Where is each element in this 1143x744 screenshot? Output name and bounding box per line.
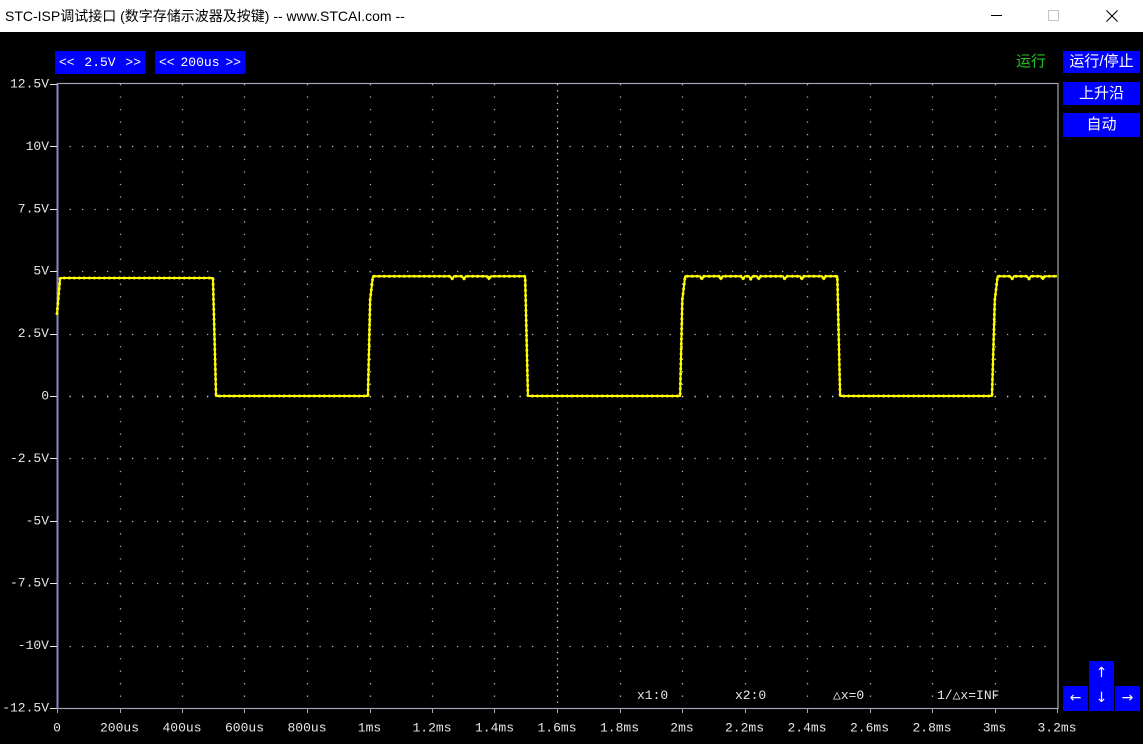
cursor-x1-readout: x1:0 <box>637 688 669 703</box>
x-tick-label: 3ms <box>983 721 1006 736</box>
volts-decrease-button[interactable]: << <box>59 51 75 74</box>
volts-per-div-control: << 2.5V >> <box>55 51 145 74</box>
x-tick-label: 1.6ms <box>537 721 576 736</box>
y-tick-label: -12.5V <box>2 701 49 716</box>
y-tick-label: 7.5V <box>18 201 49 216</box>
arrow-up-icon: ↑ <box>1095 665 1108 681</box>
x-tick-label: 2.2ms <box>725 721 764 736</box>
y-tick-label: -5V <box>26 513 50 528</box>
window-title: STC-ISP调试接口 (数字存储示波器及按键) -- www.STCAI.co… <box>5 8 405 24</box>
y-tick-label: 12.5V <box>10 77 49 92</box>
title-bar: STC-ISP调试接口 (数字存储示波器及按键) -- www.STCAI.co… <box>0 0 1143 32</box>
minimize-button[interactable] <box>973 0 1019 32</box>
y-tick-label: 0 <box>41 389 49 404</box>
maximize-button[interactable] <box>1030 0 1076 32</box>
time-decrease-button[interactable]: << <box>159 51 175 74</box>
arrow-down-icon: ↓ <box>1095 690 1108 706</box>
x-tick-label: 2.4ms <box>787 721 826 736</box>
cursor-x2-readout: x2:0 <box>735 688 767 703</box>
x-tick-label: 1ms <box>358 721 381 736</box>
volts-increase-button[interactable]: >> <box>125 51 141 74</box>
run-status: 运行 <box>1016 53 1047 70</box>
x-tick-label: 1.2ms <box>412 721 451 736</box>
maximize-icon <box>1048 10 1059 21</box>
x-tick-label: 600us <box>225 721 264 736</box>
x-tick-label: 200us <box>100 721 139 736</box>
x-tick-label: 1.4ms <box>475 721 514 736</box>
y-axis: 12.5V 10V 7.5V 5V 2.5V 0 -2.5V -5V -7.5V -10V -12.… <box>2 77 57 716</box>
y-tick-label: 2.5V <box>18 326 49 341</box>
time-per-div-control: << 200us >> <box>155 51 245 74</box>
y-tick-label: -10V <box>18 638 49 653</box>
x-axis: 0 200us 400us 600us 800us 1ms 1.2ms 1.4ms 1.6ms 1… <box>53 709 1077 736</box>
x-tick-label: 800us <box>287 721 326 736</box>
minimize-icon <box>991 15 1002 16</box>
auto-button[interactable]: 自动 <box>1063 113 1140 137</box>
x-tick-label: 1.8ms <box>600 721 639 736</box>
volts-per-div-value: 2.5V <box>84 55 116 70</box>
x-tick-label: 2ms <box>670 721 693 736</box>
x-tick-label: 0 <box>53 721 61 736</box>
y-tick-label: 10V <box>26 139 50 154</box>
x-tick-label: 400us <box>162 721 201 736</box>
run-stop-button[interactable]: 运行/停止 <box>1063 51 1140 73</box>
arrow-left-icon: ← <box>1069 690 1082 706</box>
delta-x-readout: △x=0 <box>833 688 865 703</box>
inverse-delta-x-readout: 1/△x=INF <box>937 688 1000 703</box>
scope-display: 12.5V 10V 7.5V 5V 2.5V 0 -2.5V -5V -7.5V -10V -12.… <box>2 77 1077 736</box>
close-button[interactable] <box>1089 0 1143 32</box>
arrow-left-button[interactable]: ← <box>1063 686 1088 711</box>
trigger-edge-button[interactable]: 上升沿 <box>1063 82 1140 105</box>
y-tick-label: -7.5V <box>10 576 49 591</box>
arrow-right-icon: → <box>1121 690 1134 706</box>
x-tick-label: 3.2ms <box>1037 721 1076 736</box>
arrow-right-button[interactable]: → <box>1115 686 1140 711</box>
x-tick-label: 2.6ms <box>850 721 889 736</box>
x-tick-label: 2.8ms <box>912 721 951 736</box>
y-tick-label: -2.5V <box>10 451 49 466</box>
arrow-down-button[interactable]: ↓ <box>1089 686 1114 711</box>
y-tick-label: 5V <box>33 264 49 279</box>
arrow-up-button[interactable]: ↑ <box>1089 661 1114 686</box>
time-increase-button[interactable]: >> <box>225 51 241 74</box>
close-icon <box>1106 10 1118 22</box>
time-per-div-value: 200us <box>180 55 220 70</box>
